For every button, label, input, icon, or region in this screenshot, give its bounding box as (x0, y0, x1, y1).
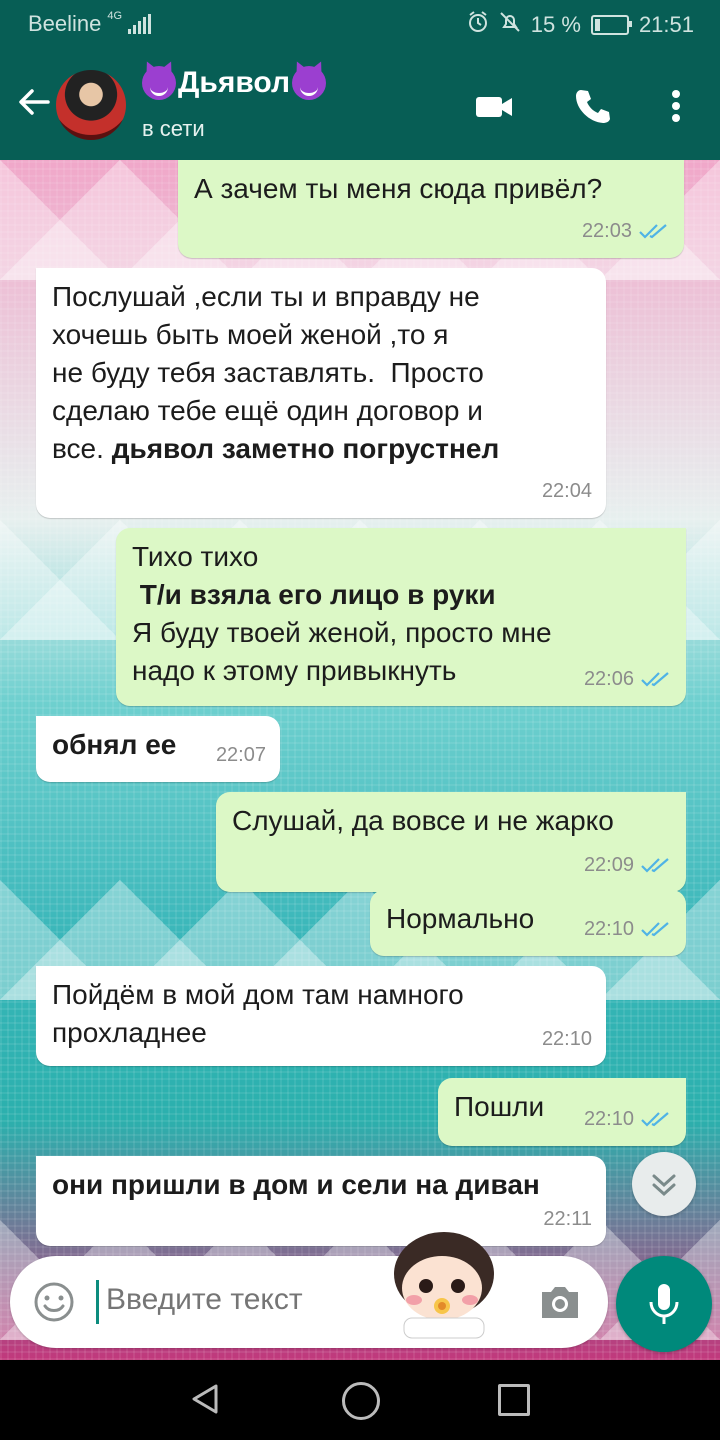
message-incoming[interactable]: обнял ее 22:07 (36, 716, 280, 782)
carrier-label: Beeline (28, 11, 102, 36)
chat-header: Дьявол в сети (0, 48, 720, 160)
phone-icon[interactable] (568, 82, 616, 130)
message-time: 22:10 (583, 1108, 634, 1130)
message-action-text: дьявол заметно погрустнел (111, 433, 500, 464)
alarm-icon (467, 11, 489, 39)
contact-name[interactable]: Дьявол (142, 66, 327, 100)
contact-status: в сети (142, 116, 205, 141)
message-action-text: они пришли в дом и сели на диван (52, 1169, 540, 1200)
message-input-bar (10, 1256, 608, 1348)
scroll-down-icon (652, 1174, 676, 1197)
nav-recents-icon[interactable] (498, 1384, 530, 1416)
nav-back-icon[interactable] (188, 1382, 222, 1421)
video-call-icon[interactable] (470, 82, 518, 130)
message-input[interactable] (104, 1282, 408, 1318)
message-time: 22:11 (543, 1208, 592, 1230)
mic-icon (649, 1284, 679, 1324)
emoji-icon[interactable] (32, 1280, 76, 1324)
message-time: 22:06 (583, 668, 634, 690)
message-time: 22:04 (541, 480, 592, 502)
message-text: Пойдём в мой дом там намного прохладнее (52, 979, 464, 1048)
scroll-down-button[interactable] (632, 1152, 696, 1216)
read-ticks-icon (640, 920, 672, 938)
message-time: 22:07 (215, 744, 266, 766)
message-outgoing[interactable]: А зачем ты меня сюда привёл? 22:03 (178, 160, 684, 258)
camera-icon[interactable] (538, 1282, 582, 1322)
read-ticks-icon (640, 1110, 672, 1128)
message-text: Послушай ,если ты и вправду не хочешь бы… (52, 281, 500, 464)
read-ticks-icon (640, 856, 672, 874)
status-bar: Beeline 4G 15 % 21:51 (0, 0, 720, 48)
nav-home-icon[interactable] (342, 1382, 380, 1420)
devil-emoji-icon (292, 66, 327, 100)
message-outgoing[interactable]: Нормально 22:10 (370, 890, 686, 956)
system-nav-bar (0, 1360, 720, 1440)
avatar[interactable] (56, 70, 126, 140)
clock: 21:51 (638, 12, 694, 37)
message-time: 22:09 (583, 854, 634, 876)
more-vert-icon[interactable] (652, 82, 700, 130)
message-outgoing[interactable]: Слушай, да вовсе и не жарко 22:09 (216, 792, 686, 892)
text-caret (96, 1280, 99, 1324)
back-arrow-icon[interactable] (14, 82, 54, 122)
chat-area[interactable]: А зачем ты меня сюда привёл? 22:03 Послу… (0, 160, 720, 1360)
devil-emoji-icon (142, 66, 176, 100)
message-outgoing[interactable]: Тихо тихо Т/и взяла его лицо в руки Я буд… (116, 528, 686, 706)
battery-icon (590, 15, 632, 35)
mic-button[interactable] (616, 1256, 712, 1352)
read-ticks-icon (640, 670, 672, 688)
message-incoming[interactable]: они пришли в дом и сели на диван 22:11 (36, 1156, 606, 1246)
contact-name-text: Дьявол (178, 66, 291, 99)
message-time: 22:10 (541, 1028, 592, 1050)
sticker-image (386, 1222, 502, 1342)
message-time: 22:03 (581, 220, 632, 242)
message-incoming[interactable]: Послушай ,если ты и вправду не хочешь бы… (36, 268, 606, 518)
message-outgoing[interactable]: Пошли 22:10 (438, 1078, 686, 1146)
read-ticks-icon (638, 222, 670, 240)
message-text: А зачем ты меня сюда привёл? (194, 173, 603, 204)
message-time: 22:10 (583, 918, 634, 940)
battery-percent: 15 % (530, 12, 581, 37)
network-type: 4G (107, 10, 123, 22)
message-incoming[interactable]: Пойдём в мой дом там намного прохладнее … (36, 966, 606, 1066)
message-text: Слушай, да вовсе и не жарко (232, 805, 614, 836)
mute-icon (499, 11, 521, 39)
signal-icon (128, 14, 152, 34)
